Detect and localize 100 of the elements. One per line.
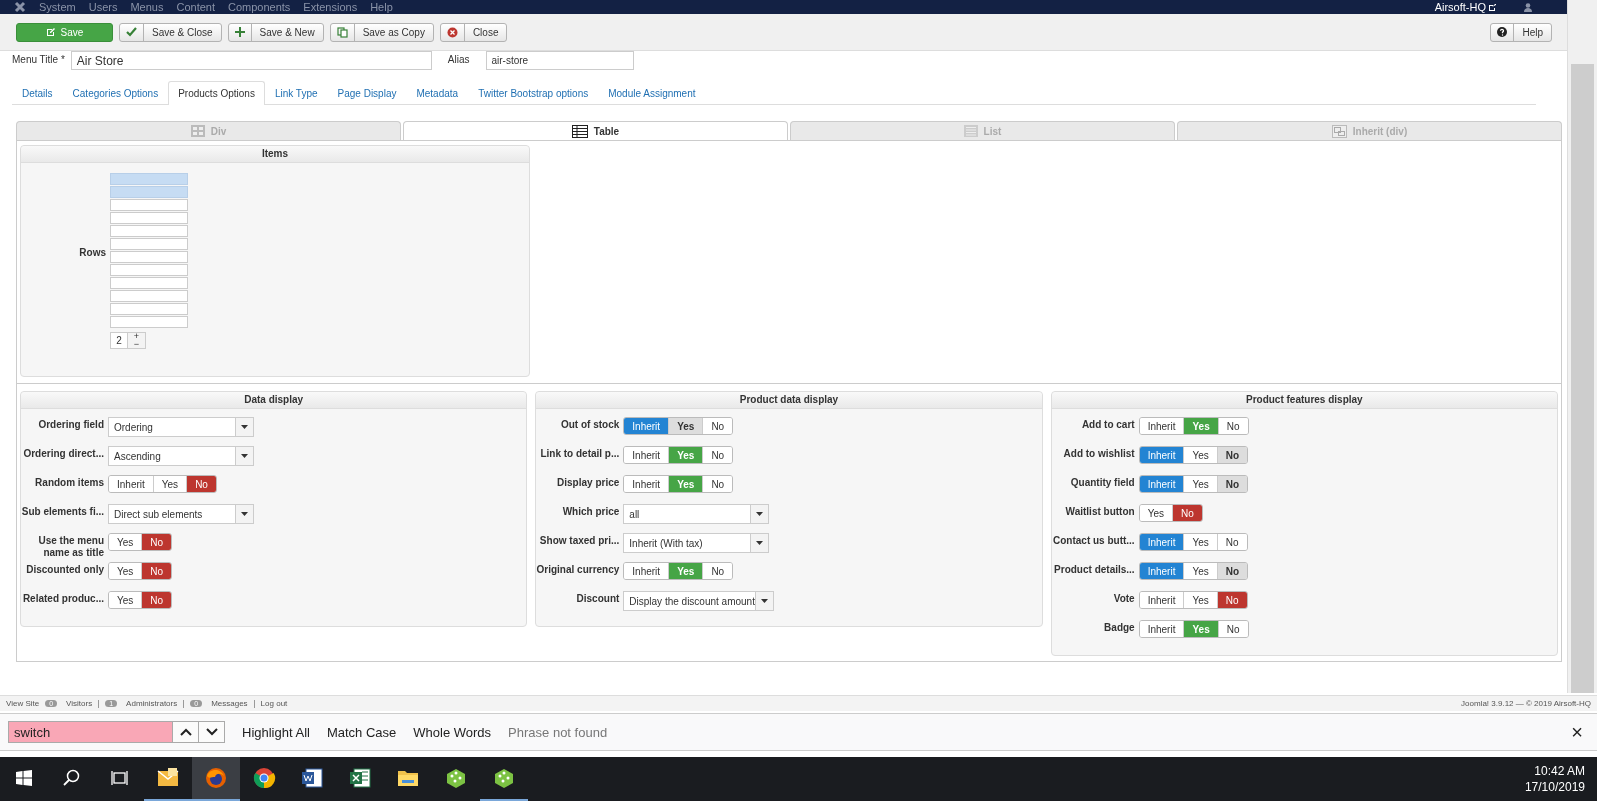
tab[interactable]: Link Type — [264, 81, 328, 105]
logo-icon[interactable] — [14, 1, 26, 13]
nav-menu[interactable]: Help — [370, 1, 393, 13]
toggle-option[interactable]: No — [702, 476, 733, 492]
toggle-option[interactable]: No — [1216, 534, 1247, 550]
close-button[interactable]: × — [1565, 720, 1589, 744]
tab[interactable]: Details — [12, 81, 63, 105]
toggle-option[interactable]: No — [702, 447, 733, 463]
row-cell[interactable] — [110, 199, 188, 211]
tab[interactable]: Products Options — [168, 81, 265, 105]
toggle-option[interactable]: Inherit — [1139, 621, 1184, 637]
next-button[interactable] — [199, 721, 225, 743]
scrollbar[interactable] — [1567, 0, 1597, 693]
toggle-option[interactable]: No — [186, 476, 216, 492]
tab[interactable]: Page Display — [327, 81, 407, 105]
status-link[interactable]: Administrators — [126, 699, 178, 708]
toggle-option[interactable]: Inherit — [1139, 563, 1184, 579]
toggle-option[interactable]: No — [1216, 476, 1248, 492]
toggle-option[interactable]: Inherit — [1139, 592, 1184, 608]
select-field[interactable]: Ascending — [108, 446, 254, 466]
toggle-option[interactable]: Inherit — [624, 563, 669, 579]
row-cell[interactable] — [110, 264, 188, 276]
nav-menu[interactable]: System — [39, 1, 76, 13]
row-cell[interactable] — [110, 186, 188, 198]
toggle-option[interactable]: No — [1217, 418, 1248, 434]
toggle-option[interactable]: Yes — [109, 563, 142, 579]
nav-menu[interactable]: Content — [176, 1, 215, 13]
toggle-option[interactable]: Inherit — [1139, 534, 1184, 550]
toggle-option[interactable]: No — [1216, 563, 1248, 579]
toggle-option[interactable]: No — [1216, 592, 1247, 608]
previous-button[interactable] — [173, 721, 199, 743]
toggle-option[interactable]: No — [702, 563, 733, 579]
toggle-option[interactable]: Yes — [1183, 592, 1217, 608]
tab[interactable]: Module Assignment — [598, 81, 706, 105]
find-option[interactable]: Whole Words — [413, 724, 492, 740]
row-cell[interactable] — [110, 238, 188, 250]
help-button[interactable]: Help — [1490, 22, 1552, 42]
select-field[interactable]: Display the discount amount — [623, 591, 774, 611]
title-field[interactable]: Air Store — [70, 51, 432, 70]
toggle-option[interactable]: Inherit — [1139, 447, 1184, 463]
toggle-option[interactable]: Yes — [1183, 534, 1217, 550]
find-option[interactable]: Highlight All — [242, 724, 310, 740]
row-cell[interactable] — [110, 316, 188, 328]
toggle-option[interactable]: Inherit — [1139, 476, 1184, 492]
select-field[interactable]: Ordering — [108, 417, 254, 437]
toolbar-button[interactable]: Save & Close — [119, 22, 222, 42]
close-button[interactable]: Close — [439, 22, 508, 42]
layout-tab[interactable]: Table — [403, 121, 788, 140]
row-cell[interactable] — [110, 173, 188, 185]
nav-menu[interactable]: Extensions — [303, 1, 358, 13]
toolbar-button[interactable]: Save & New — [227, 22, 324, 42]
toggle-option[interactable]: No — [141, 534, 172, 550]
nav-menu[interactable]: Menus — [130, 1, 164, 13]
toggle-option[interactable]: No — [1172, 505, 1202, 521]
view-site-link[interactable]: View Site — [6, 699, 40, 708]
panel-header: Data display — [21, 392, 527, 409]
dice-icon — [492, 766, 516, 790]
select-field[interactable]: all — [623, 504, 770, 524]
status-link[interactable]: Visitors — [66, 699, 93, 708]
alias-field[interactable]: air-store — [485, 51, 634, 70]
toggle-option[interactable]: No — [141, 563, 172, 579]
toggle-option[interactable]: Yes — [1183, 476, 1217, 492]
field-label: Rows — [78, 246, 106, 260]
toggle-option[interactable]: Yes — [109, 592, 142, 608]
row-cell[interactable] — [110, 251, 188, 263]
tab[interactable]: Twitter Bootstrap options — [468, 81, 599, 105]
toggle-option[interactable]: No — [141, 592, 172, 608]
toggle-option[interactable]: Inherit — [624, 447, 669, 463]
clock-time: 10:42 AM — [1534, 764, 1585, 778]
toggle-option[interactable]: Yes — [109, 534, 142, 550]
row-cell[interactable] — [110, 212, 188, 224]
toggle-option[interactable]: Inherit — [109, 476, 153, 492]
toggle-option[interactable]: Inherit — [1139, 418, 1184, 434]
toggle-option[interactable]: No — [1217, 621, 1248, 637]
status-link[interactable]: Messages — [211, 699, 248, 708]
toggle-option[interactable]: No — [702, 418, 733, 434]
toggle-option[interactable]: Yes — [1183, 563, 1217, 579]
toolbar-button[interactable]: Save as Copy — [329, 22, 434, 42]
toggle-option[interactable]: Inherit — [624, 476, 669, 492]
toggle-option[interactable]: No — [1216, 447, 1248, 463]
tab[interactable]: Categories Options — [62, 81, 169, 105]
row-cell[interactable] — [110, 303, 188, 315]
toggle-option[interactable]: Yes — [1139, 505, 1172, 521]
logout-link[interactable]: Log out — [260, 699, 288, 708]
select-field[interactable]: Inherit (With tax) — [623, 533, 770, 553]
search-field[interactable]: switch — [8, 721, 173, 743]
toggle-option[interactable]: Yes — [1183, 447, 1217, 463]
site-link[interactable]: Airsoft-HQ — [1434, 1, 1486, 13]
row-cell[interactable] — [110, 290, 188, 302]
select-field[interactable]: Direct sub elements — [108, 504, 254, 524]
toggle-option[interactable]: Inherit — [624, 418, 669, 434]
row-cell[interactable] — [110, 225, 188, 237]
toggle-option[interactable]: Yes — [152, 476, 187, 492]
nav-menu[interactable]: Users — [88, 1, 118, 13]
number-field[interactable]: 2 — [110, 332, 128, 349]
nav-menu[interactable]: Components — [228, 1, 291, 13]
toggle-option[interactable]: Yes — [668, 418, 703, 434]
row-cell[interactable] — [110, 277, 188, 289]
tab[interactable]: Metadata — [406, 81, 469, 105]
find-option[interactable]: Match Case — [326, 724, 397, 740]
